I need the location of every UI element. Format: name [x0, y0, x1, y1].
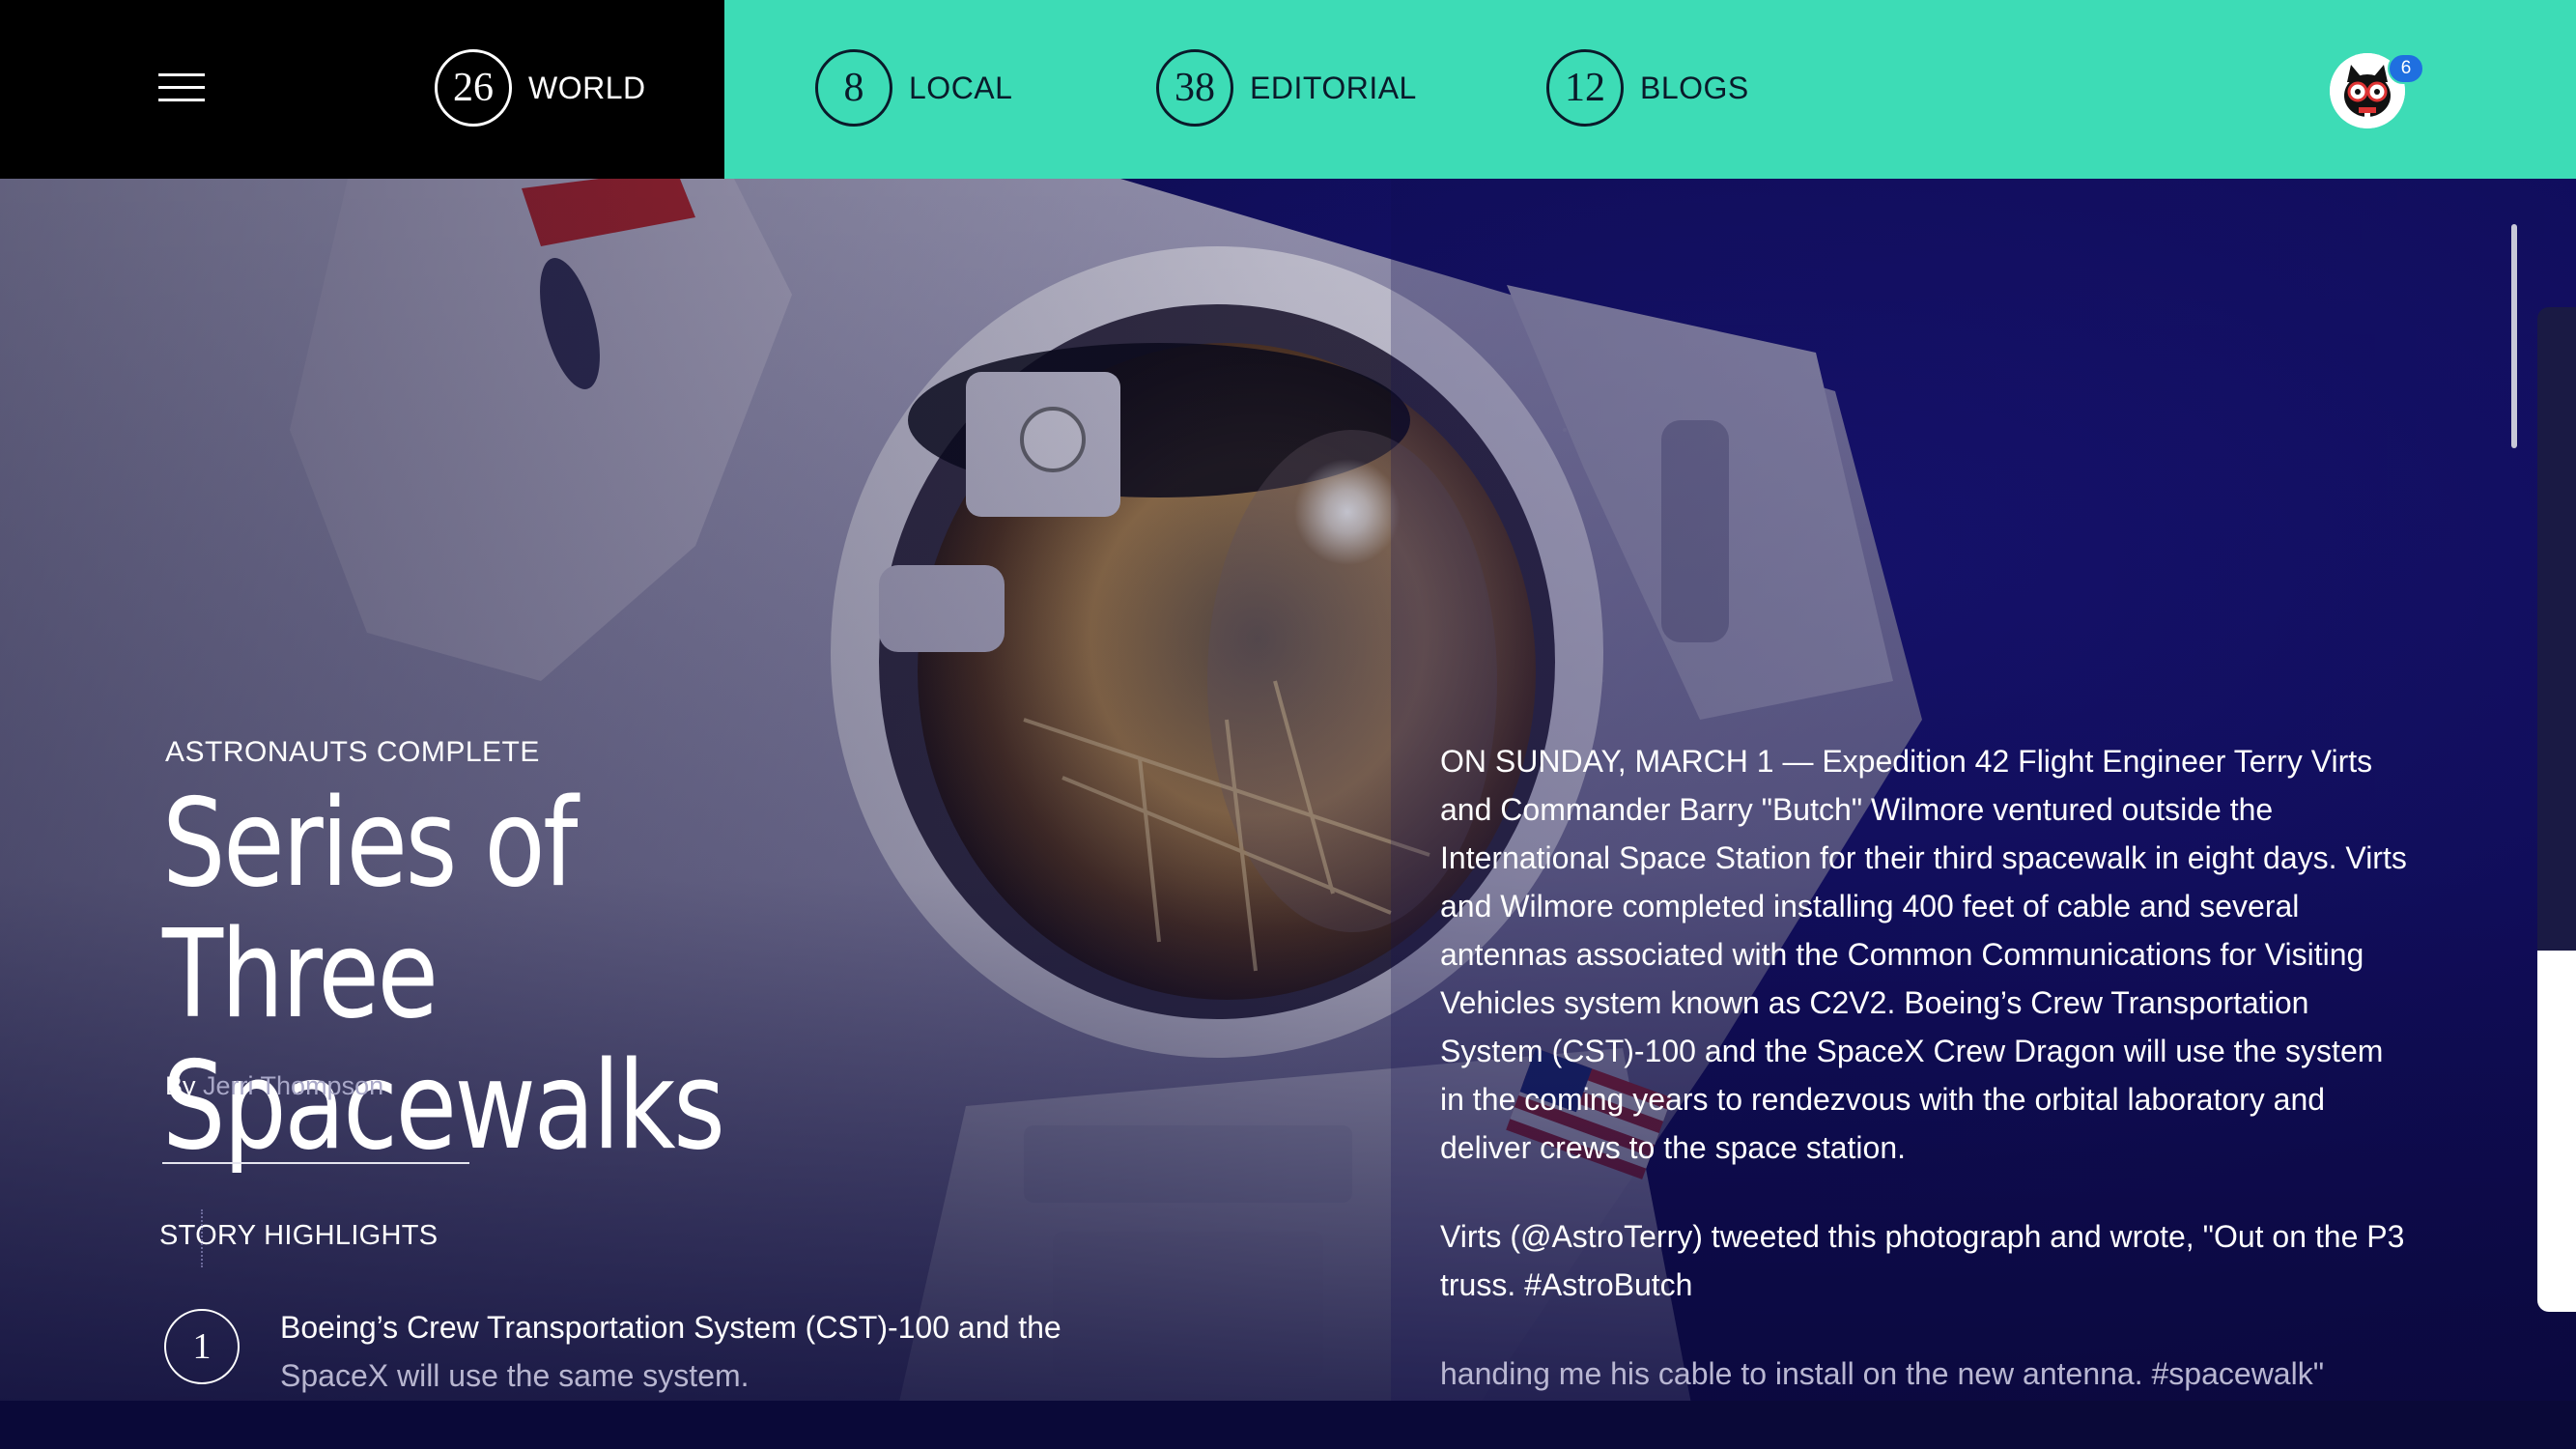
nav-count-world: 26 — [435, 49, 512, 127]
nav-item-blogs[interactable]: 12 BLOGS — [1546, 48, 1749, 128]
article-body: ON SUNDAY, MARCH 1 — Expedition 42 Fligh… — [1440, 737, 2416, 1438]
scrollbar-thumb[interactable] — [2511, 224, 2517, 448]
hero-section: ASTRONAUTS COMPLETE Series of Three Spac… — [0, 179, 2576, 1449]
title-line-2: Spacewalks — [162, 1035, 725, 1177]
article-kicker: ASTRONAUTS COMPLETE — [165, 736, 540, 768]
side-panel-white-section — [2537, 951, 2576, 1312]
highlight-number: 1 — [164, 1309, 240, 1384]
nav-label-world: WORLD — [528, 70, 646, 105]
byline: By Jerri Thompson — [165, 1071, 383, 1101]
author-link[interactable]: Jerri Thompson — [203, 1071, 383, 1100]
nav-item-local[interactable]: 8 LOCAL — [815, 48, 1012, 128]
highlight-text-main: Boeing’s Crew Transportation System (CST… — [280, 1310, 1062, 1345]
body-paragraph-3: handing me his cable to install on the n… — [1440, 1356, 2325, 1391]
highlight-text: Boeing’s Crew Transportation System (CST… — [280, 1303, 1130, 1400]
section-divider — [162, 1162, 469, 1164]
article-title: Series of Three Spacewalks — [162, 778, 875, 1172]
title-line-1: Series of Three — [162, 772, 578, 1045]
nav-count-editorial: 38 — [1156, 49, 1233, 127]
nav-count-local: 8 — [815, 49, 892, 127]
nav-count-blogs: 12 — [1546, 49, 1624, 127]
body-paragraph-2: Virts (@AstroTerry) tweeted this photogr… — [1440, 1219, 2405, 1302]
notification-badge[interactable]: 6 — [2388, 53, 2424, 84]
nav-label-local: LOCAL — [909, 70, 1013, 105]
side-drawer-panel[interactable] — [2537, 307, 2576, 1312]
nav-item-editorial[interactable]: 38 EDITORIAL — [1156, 48, 1417, 128]
nav-label-blogs: BLOGS — [1640, 70, 1749, 105]
nav-label-editorial: EDITORIAL — [1250, 70, 1417, 105]
highlight-connector — [201, 1209, 203, 1267]
body-paragraph-1: ON SUNDAY, MARCH 1 — Expedition 42 Fligh… — [1440, 744, 2407, 1165]
menu-icon[interactable] — [158, 73, 205, 102]
highlight-text-secondary: SpaceX will use the same system. — [280, 1358, 750, 1393]
top-navigation-bar: 26 WORLD 8 LOCAL 38 EDITORIAL 12 BLOGS 6 — [0, 0, 2576, 179]
byline-prefix: By — [165, 1071, 196, 1100]
nav-item-world[interactable]: 26 WORLD — [435, 48, 646, 128]
